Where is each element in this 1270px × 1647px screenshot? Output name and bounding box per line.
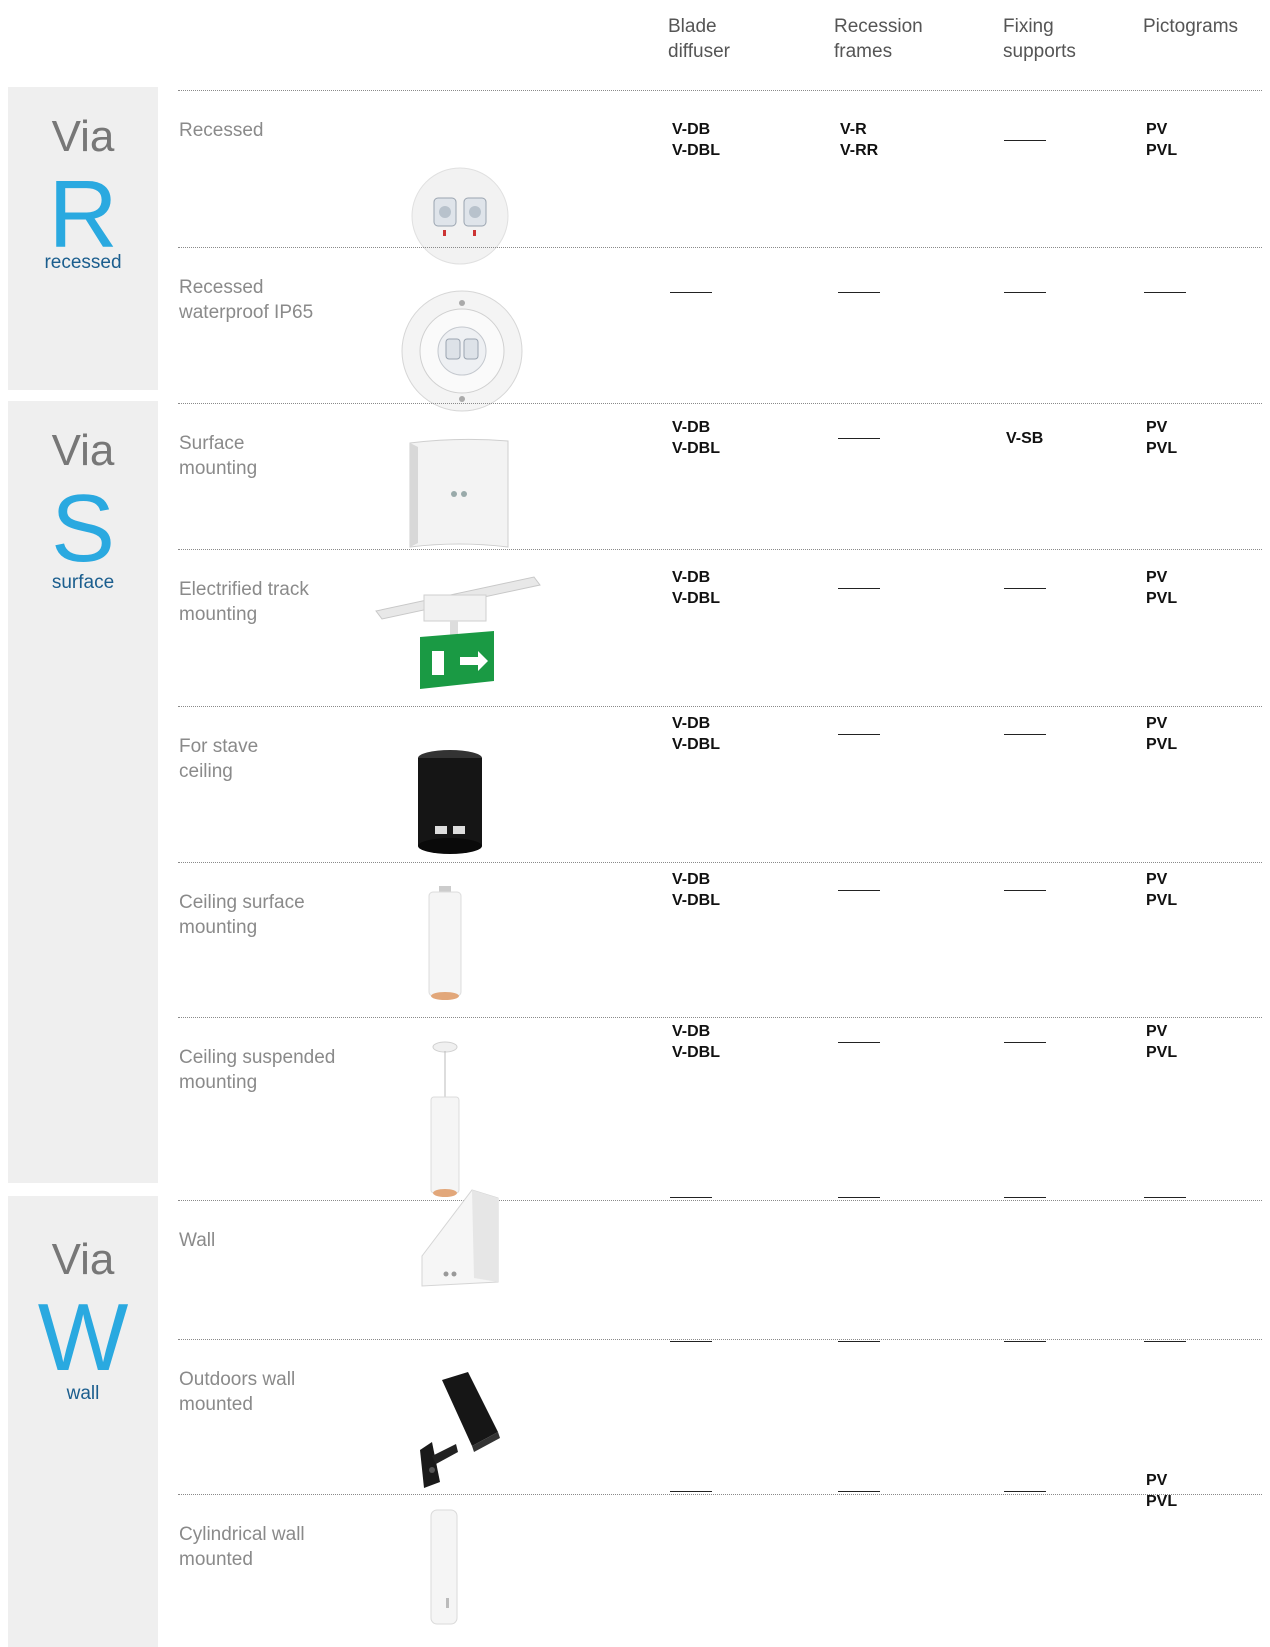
suspended-cylinder-light-icon	[425, 1041, 465, 1206]
table-row: For stave ceiling V-DB V-DBL PV PVL	[0, 706, 1270, 862]
frames-empty-dash	[838, 1042, 880, 1043]
frames-empty-dash	[838, 1491, 880, 1492]
mounting-type-label: Wall	[179, 1230, 216, 1251]
fixing-empty-dash	[1004, 1197, 1046, 1198]
fixing-empty-dash	[1004, 1491, 1046, 1492]
blade-cell: V-DB V-DBL	[672, 871, 720, 909]
blade-cell: V-DB V-DBL	[672, 569, 720, 607]
blade-cell: V-DB V-DBL	[672, 715, 720, 753]
fixing-empty-dash	[1004, 734, 1046, 735]
table-row: Wall	[0, 1189, 1270, 1339]
blade-cell: V-DB V-DBL	[672, 1023, 720, 1061]
wall-cylinder-light-icon	[428, 1506, 462, 1635]
pictograms-cell: PV PVL	[1146, 419, 1178, 457]
fixing-empty-dash	[1004, 890, 1046, 891]
mounting-type-label: For stave ceiling	[179, 736, 259, 782]
row-separator	[178, 247, 1262, 248]
frames-empty-dash	[838, 890, 880, 891]
table-row: Outdoors wall mounted	[0, 1339, 1270, 1494]
row-separator	[178, 1200, 1262, 1201]
table-row: Cylindrical wall mounted PV PVL	[0, 1472, 1270, 1647]
table-row: Surface mounting V-DB V-DBL V-SB PV PVL	[0, 403, 1270, 549]
frames-empty-dash	[838, 292, 880, 293]
blade-cell: V-DB V-DBL	[672, 121, 720, 159]
row-separator	[178, 1017, 1262, 1018]
mounting-type-label: Ceiling surface mounting	[179, 892, 305, 938]
frames-cell: V-R V-RR	[840, 121, 879, 159]
pictograms-cell: PV PVL	[1146, 871, 1178, 909]
fixing-empty-dash	[1004, 140, 1046, 141]
header-text: Blade diffuser	[668, 16, 730, 62]
fixing-empty-dash	[1004, 1042, 1046, 1043]
mounting-type-label: Electrified track mounting	[179, 579, 309, 625]
pictograms-cell: PV PVL	[1146, 121, 1178, 159]
mounting-type-label: Cylindrical wall mounted	[179, 1524, 305, 1570]
row-separator	[178, 862, 1262, 863]
pictograms-empty-dash	[1144, 1197, 1186, 1198]
row-separator	[178, 90, 1262, 91]
header-text: Fixing supports	[1003, 16, 1076, 62]
product-accessories-table: { "columns": ["Blade\ndiffuser", "Recess…	[0, 0, 1270, 1647]
surface-box-light-icon	[404, 437, 514, 556]
mounting-type-label: Surface mounting	[179, 433, 258, 479]
pictograms-cell: PV PVL	[1146, 1023, 1178, 1061]
blade-empty-dash	[670, 1341, 712, 1342]
frames-empty-dash	[838, 734, 880, 735]
pictograms-cell: PV PVL	[1146, 1472, 1178, 1510]
pictograms-empty-dash	[1144, 1341, 1186, 1342]
table-row: Electrified track mounting V-DB V-DBL PV …	[0, 549, 1270, 706]
mounting-type-label: Outdoors wall mounted	[179, 1369, 296, 1415]
black-cylinder-light-icon	[415, 748, 485, 863]
table-row: Ceiling suspended mounting V-DB V-DBL PV …	[0, 1017, 1270, 1200]
mounting-type-label: Recessed waterproof IP65	[179, 277, 314, 323]
frames-empty-dash	[838, 1341, 880, 1342]
row-separator	[178, 549, 1262, 550]
column-header-pictograms: Pictograms	[1143, 14, 1238, 39]
outdoor-wall-spot-icon	[412, 1370, 502, 1495]
white-cylinder-light-icon	[425, 886, 465, 1011]
mounting-type-label: Ceiling suspended mounting	[179, 1047, 336, 1093]
table-row: Ceiling surface mounting V-DB V-DBL PV PV…	[0, 862, 1270, 1017]
wall-wedge-light-icon	[412, 1186, 502, 1295]
fixing-empty-dash	[1004, 292, 1046, 293]
pictograms-cell: PV PVL	[1146, 715, 1178, 753]
blade-empty-dash	[670, 1491, 712, 1492]
table-row: Recessed waterproof IP65	[0, 247, 1270, 412]
row-separator	[178, 706, 1262, 707]
recessed-waterproof-light-icon	[400, 289, 524, 418]
blade-empty-dash	[670, 292, 712, 293]
frames-empty-dash	[838, 438, 880, 439]
row-separator	[178, 403, 1262, 404]
fixing-empty-dash	[1004, 1341, 1046, 1342]
column-header-fixing-supports: Fixing supports	[1003, 14, 1076, 64]
table-row: Recessed V-DB V-DBL V-R V-RR PV PVL	[0, 90, 1270, 265]
row-separator	[178, 1494, 1262, 1495]
track-exit-sign-icon	[374, 571, 544, 702]
pictograms-empty-dash	[1144, 292, 1186, 293]
mounting-type-label: Recessed	[179, 120, 264, 141]
column-header-blade-diffuser: Blade diffuser	[668, 14, 730, 64]
blade-cell: V-DB V-DBL	[672, 419, 720, 457]
frames-empty-dash	[838, 1197, 880, 1198]
pictograms-cell: PV PVL	[1146, 569, 1178, 607]
blade-empty-dash	[670, 1197, 712, 1198]
header-text: Recession frames	[834, 16, 923, 62]
header-text: Pictograms	[1143, 16, 1239, 37]
frames-empty-dash	[838, 588, 880, 589]
fixing-empty-dash	[1004, 588, 1046, 589]
fixing-cell: V-SB	[1006, 430, 1044, 447]
column-header-recession-frames: Recession frames	[834, 14, 923, 64]
row-separator	[178, 1339, 1262, 1340]
